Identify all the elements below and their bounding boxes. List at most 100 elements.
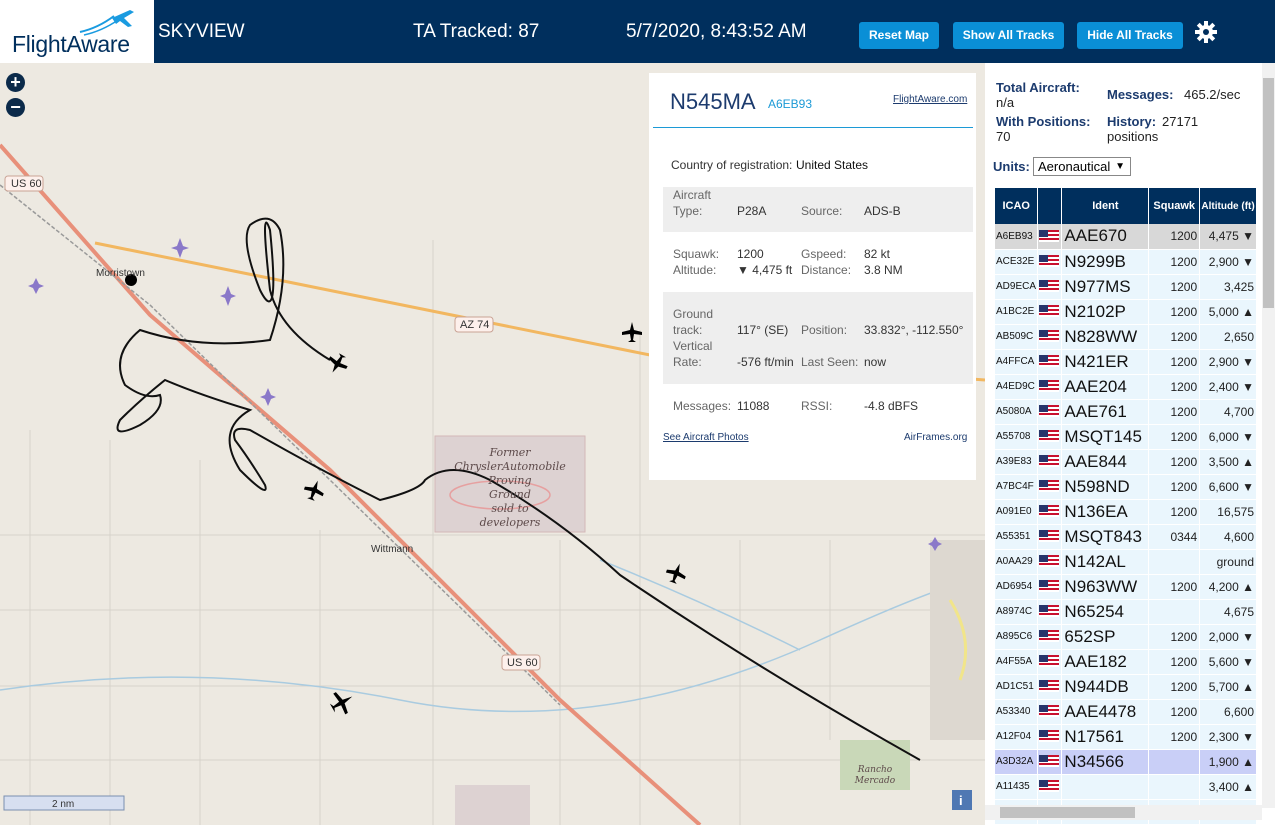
us-flag-icon xyxy=(1039,680,1060,693)
row-altitude: 3,425 xyxy=(1199,274,1257,300)
row-icao: A7BC4F xyxy=(995,474,1039,500)
row-flag xyxy=(1037,399,1063,425)
table-row[interactable]: A39E83 AAE844 1200 3,500 ▲ xyxy=(995,449,1257,475)
row-flag xyxy=(1037,649,1063,675)
table-row[interactable]: A895C6 652SP 1200 2,000 ▼ xyxy=(995,624,1257,650)
airframes-link[interactable]: AirFrames.org xyxy=(904,432,967,443)
row-icao: A895C6 xyxy=(995,624,1039,650)
row-icao: A12F04 xyxy=(995,724,1039,750)
table-row[interactable]: A091E0 N136EA 1200 16,575 xyxy=(995,499,1257,525)
col-ident[interactable]: Ident xyxy=(1061,188,1150,224)
row-flag xyxy=(1037,624,1063,650)
row-ident: AAE182 xyxy=(1061,649,1150,675)
gear-icon[interactable] xyxy=(1194,20,1218,44)
table-row[interactable]: A4F55A AAE182 1200 5,600 ▼ xyxy=(995,649,1257,675)
aircraft-icon[interactable] xyxy=(324,350,351,377)
row-ident: AAE761 xyxy=(1061,399,1150,425)
col-icao[interactable]: ICAO xyxy=(995,188,1039,224)
row-altitude: 2,400 ▼ xyxy=(1199,374,1257,400)
row-squawk: 1200 xyxy=(1148,274,1201,300)
squawk-label: Squawk: xyxy=(673,247,720,261)
us-flag-icon xyxy=(1039,555,1060,568)
table-row[interactable]: ACE32E N9299B 1200 2,900 ▼ xyxy=(995,249,1257,275)
col-flag[interactable] xyxy=(1037,188,1063,224)
aircraft-icon[interactable] xyxy=(302,477,328,503)
row-ident: N65254 xyxy=(1061,599,1150,625)
row-flag xyxy=(1037,224,1063,250)
units-select[interactable]: Aeronautical ▼ xyxy=(1033,157,1131,176)
us-flag-icon xyxy=(1039,505,1060,518)
panel-vertical-scroll-thumb[interactable] xyxy=(1263,78,1274,308)
us-flag-icon xyxy=(1039,530,1060,543)
row-flag xyxy=(1037,324,1063,350)
us-flag-icon xyxy=(1039,705,1060,718)
row-altitude: 4,700 xyxy=(1199,399,1257,425)
row-altitude: 4,600 xyxy=(1199,524,1257,550)
table-row[interactable]: A5080A AAE761 1200 4,700 xyxy=(995,399,1257,425)
hide-all-tracks-button[interactable]: Hide All Tracks xyxy=(1077,22,1183,49)
table-row[interactable]: AD9ECA N977MS 1200 3,425 xyxy=(995,274,1257,300)
us-flag-icon xyxy=(1039,255,1060,268)
aircraft-info-popup: N545MA A6EB93 FlightAware.com Country of… xyxy=(649,73,976,480)
chrysler-line-5: sold to xyxy=(491,502,529,515)
altitude-label: Altitude: xyxy=(673,263,717,277)
table-row[interactable]: A0AA29 N142AL ground xyxy=(995,549,1257,575)
scale-label: 2 nm xyxy=(52,799,74,810)
row-altitude: 6,600 ▼ xyxy=(1199,474,1257,500)
squawk-value: 1200 xyxy=(737,247,764,261)
zoom-out-button[interactable]: − xyxy=(6,98,25,117)
table-row[interactable]: A3D32A N34566 1,900 ▲ xyxy=(995,749,1257,775)
table-row[interactable]: AD6954 N963WW 1200 4,200 ▲ xyxy=(995,574,1257,600)
us-flag-icon xyxy=(1039,630,1060,643)
row-icao: A11435 xyxy=(995,774,1039,800)
col-altitude[interactable]: Altitude (ft) xyxy=(1199,188,1257,224)
type-label-1: Aircraft xyxy=(673,188,712,202)
row-squawk: 1200 xyxy=(1148,249,1201,275)
popup-divider xyxy=(653,127,973,128)
airport-icon xyxy=(171,238,189,258)
col-squawk[interactable]: Squawk xyxy=(1148,188,1201,224)
country-value: United States xyxy=(796,158,869,172)
row-flag xyxy=(1037,299,1063,325)
table-row[interactable]: AD1C51 N944DB 1200 5,700 ▲ xyxy=(995,674,1257,700)
row-icao: AD9ECA xyxy=(995,274,1039,300)
aircraft-photos-link[interactable]: See Aircraft Photos xyxy=(663,432,749,443)
table-row[interactable]: A55708 MSQT145 1200 6,000 ▼ xyxy=(995,424,1257,450)
table-row[interactable]: AB509C N828WW 1200 2,650 xyxy=(995,324,1257,350)
airport-icon xyxy=(260,388,276,406)
panel-horizontal-scroll-thumb[interactable] xyxy=(1000,807,1135,818)
row-flag xyxy=(1037,449,1063,475)
gtrack-label-2: track: xyxy=(673,323,703,337)
table-row[interactable]: A12F04 N17561 1200 2,300 ▼ xyxy=(995,724,1257,750)
total-aircraft-value: n/a xyxy=(996,95,1015,110)
table-row[interactable]: A8974C N65254 4,675 xyxy=(995,599,1257,625)
with-positions-value: 70 xyxy=(996,129,1011,144)
table-row[interactable]: A53340 AAE4478 1200 6,600 xyxy=(995,699,1257,725)
table-row[interactable]: A4FFCA N421ER 1200 2,900 ▼ xyxy=(995,349,1257,375)
row-icao: AD1C51 xyxy=(995,674,1039,700)
country-label: Country of registration: xyxy=(671,158,793,172)
table-row[interactable]: A11435 3,400 ▲ xyxy=(995,774,1257,800)
us-flag-icon xyxy=(1039,755,1060,768)
flightaware-link[interactable]: FlightAware.com xyxy=(893,94,967,105)
row-ident: 652SP xyxy=(1061,624,1150,650)
aircraft-icon[interactable] xyxy=(622,322,642,342)
popup-hex: A6EB93 xyxy=(768,97,813,111)
aircraft-icon[interactable] xyxy=(664,560,690,586)
history-label: History: xyxy=(1107,114,1157,129)
table-row[interactable]: A1BC2E N2102P 1200 5,000 ▲ xyxy=(995,299,1257,325)
reset-map-button[interactable]: Reset Map xyxy=(859,22,939,49)
zoom-in-button[interactable]: + xyxy=(6,73,25,92)
table-row[interactable]: A6EB93 AAE670 1200 4,475 ▼ xyxy=(995,224,1257,250)
table-row[interactable]: A7BC4F N598ND 1200 6,600 ▼ xyxy=(995,474,1257,500)
row-squawk xyxy=(1148,549,1201,575)
row-altitude: 2,900 ▼ xyxy=(1199,349,1257,375)
table-row[interactable]: A4ED9C AAE204 1200 2,400 ▼ xyxy=(995,374,1257,400)
row-flag xyxy=(1037,774,1063,800)
table-row[interactable]: A55351 MSQT843 0344 4,600 xyxy=(995,524,1257,550)
position-value: 33.832°, -112.550° xyxy=(864,323,964,337)
row-icao: A3D32A xyxy=(995,749,1039,775)
show-all-tracks-button[interactable]: Show All Tracks xyxy=(953,22,1064,49)
us-flag-icon xyxy=(1039,780,1060,793)
flightaware-logo[interactable]: FlightAware xyxy=(0,0,154,63)
